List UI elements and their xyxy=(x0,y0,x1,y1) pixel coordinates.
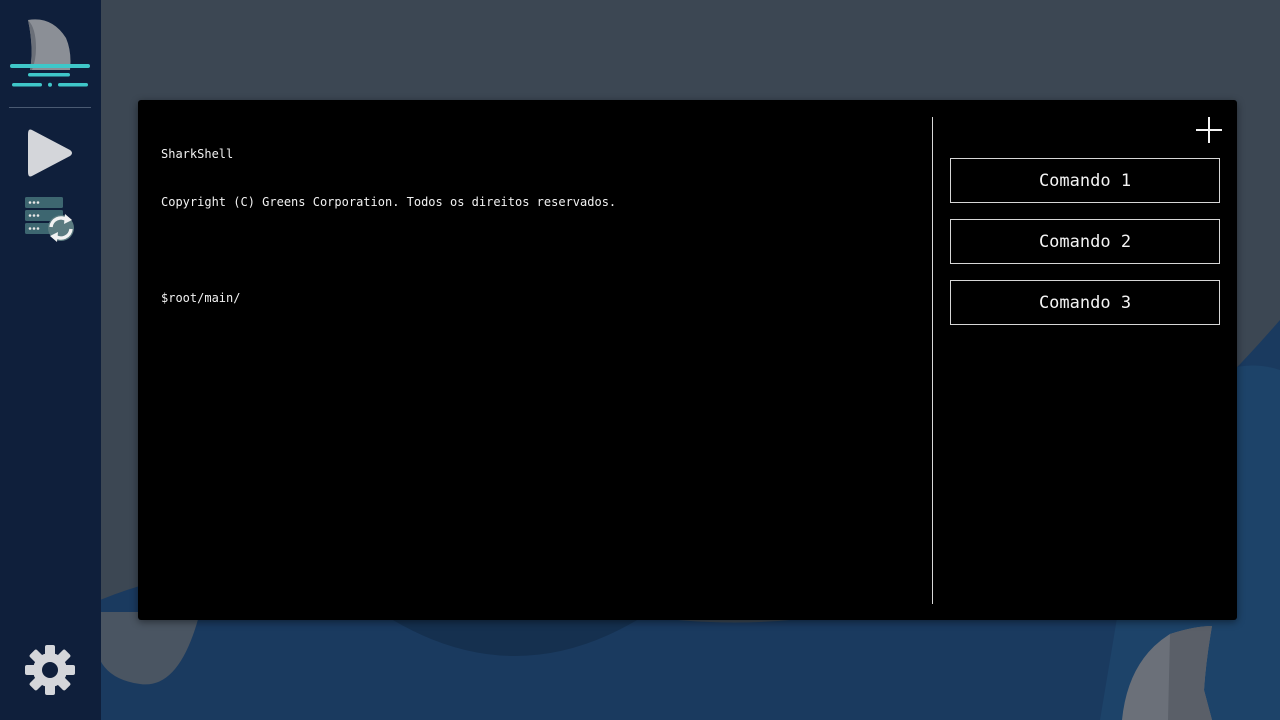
terminal-prompt: $root/main/ xyxy=(161,291,241,305)
terminal-output[interactable]: SharkShell Copyright (C) Greens Corporat… xyxy=(161,114,921,338)
sidebar-divider xyxy=(9,107,91,108)
terminal-window: SharkShell Copyright (C) Greens Corporat… xyxy=(138,100,1237,620)
server-sync-icon[interactable] xyxy=(23,195,79,249)
shark-fin-logo-icon xyxy=(10,19,90,87)
play-icon[interactable] xyxy=(26,126,74,180)
command-button-1[interactable]: Comando 1 xyxy=(950,158,1220,203)
command-list: Comando 1 Comando 2 Comando 3 xyxy=(950,158,1220,341)
command-button-2[interactable]: Comando 2 xyxy=(950,219,1220,264)
plus-icon[interactable] xyxy=(1195,116,1223,144)
sidebar xyxy=(0,0,101,720)
terminal-line: Copyright (C) Greens Corporation. Todos … xyxy=(161,195,617,209)
terminal-line: SharkShell xyxy=(161,147,234,161)
panel-divider xyxy=(932,117,933,604)
command-button-3[interactable]: Comando 3 xyxy=(950,280,1220,325)
gear-icon[interactable] xyxy=(24,644,76,696)
